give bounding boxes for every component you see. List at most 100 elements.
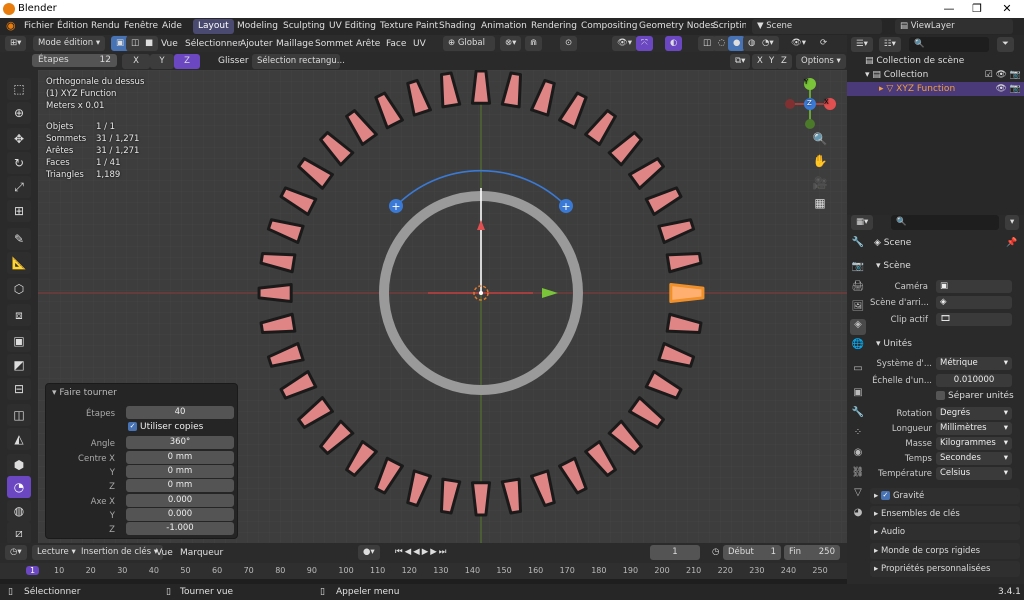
tab-sculpting[interactable]: Sculpting	[278, 19, 330, 34]
add-cube-tool-icon[interactable]: ⬡	[7, 278, 31, 300]
scene-collection-row[interactable]: ▤ Collection de scène	[865, 56, 964, 66]
redo-panel[interactable]: ▾ Faire tourner Étapes 40 ✓ Utiliser copi…	[45, 383, 238, 539]
visibility-icon[interactable]: 👁▾	[612, 36, 638, 51]
view-layer-selector[interactable]: ▤ ViewLayer	[895, 19, 1013, 34]
orientation-selector[interactable]: ⊕ Global	[443, 36, 495, 51]
playback-controls-icon[interactable]: ⏮◀◀▶▶⏭	[390, 545, 454, 560]
autokey-icon[interactable]: ●▾	[358, 545, 380, 560]
drag-selector[interactable]: Sélection rectangu...	[252, 54, 345, 69]
blender-menu-icon[interactable]: ◉	[6, 19, 16, 32]
keying-menu[interactable]: Insertion de clés ▾	[76, 545, 164, 560]
active-clip-field[interactable]: 🎞	[936, 313, 1012, 326]
object-row[interactable]: ▸ ▽ XYZ Function 👁 📷	[879, 84, 1021, 94]
length-select[interactable]: Millimètres ▾	[936, 422, 1012, 435]
ortho-grid-icon[interactable]: ▦	[810, 196, 830, 214]
menu-uv[interactable]: UV	[413, 39, 426, 49]
tab-uv-editing[interactable]: UV Editing	[324, 19, 381, 34]
scale-tool-icon[interactable]: ⤢	[7, 176, 31, 198]
menu-help[interactable]: Aide	[162, 21, 182, 31]
rotation-select[interactable]: Degrés ▾	[936, 407, 1012, 420]
separate-units-checkbox[interactable]: Séparer unités	[936, 391, 1014, 401]
modifier-tab-icon[interactable]: 🔧	[850, 407, 866, 423]
properties-search-input[interactable]: 🔍	[891, 215, 999, 230]
menu-face[interactable]: Face	[386, 39, 406, 49]
transform-tool-icon[interactable]: ⊞	[7, 200, 31, 222]
menu-mesh[interactable]: Maillage	[276, 39, 314, 49]
output-tab-icon[interactable]: 🖨	[850, 281, 866, 297]
menu-select[interactable]: Sélectionner	[185, 39, 241, 49]
center-y-field[interactable]: 0 mm	[126, 465, 234, 478]
measure-tool-icon[interactable]: 📐	[7, 252, 31, 274]
tab-rendering[interactable]: Rendering	[526, 19, 582, 34]
poly-build-tool-icon[interactable]: ◭	[7, 428, 31, 450]
extrude-tool-icon[interactable]: ⧈	[7, 304, 31, 326]
axis-y-toggle[interactable]: Y	[150, 54, 174, 69]
menu-add[interactable]: Ajouter	[240, 39, 273, 49]
tab-shading[interactable]: Shading	[434, 19, 481, 34]
tab-animation[interactable]: Animation	[476, 19, 532, 34]
axis-z-field[interactable]: -1.000	[126, 522, 234, 535]
menu-edge[interactable]: Arête	[356, 39, 380, 49]
use-copies-checkbox[interactable]: ✓ Utiliser copies	[128, 422, 203, 432]
close-button[interactable]: ✕	[992, 2, 1022, 16]
properties-options-icon[interactable]: ▾	[1005, 215, 1020, 230]
current-frame-field[interactable]: 1	[650, 545, 700, 560]
temperature-select[interactable]: Celsius ▾	[936, 467, 1012, 480]
view-layer-tab-icon[interactable]: 🖼	[850, 301, 866, 317]
collection-visibility-icon[interactable]: ☑ 👁 📷	[985, 70, 1021, 80]
physics-tab-icon[interactable]: ◉	[850, 447, 866, 463]
knife-tool-icon[interactable]: ◫	[7, 404, 31, 426]
properties-editor-icon[interactable]: ▦▾	[851, 215, 874, 230]
outliner-editor-icon[interactable]: ☰▾	[851, 37, 873, 52]
menu-file[interactable]: Fichier	[24, 21, 53, 31]
rendered-shading-icon[interactable]: ◔▾	[757, 36, 779, 51]
menu-edit[interactable]: Édition	[57, 21, 88, 31]
end-frame-field[interactable]: Fin 250	[784, 545, 840, 560]
minimize-button[interactable]: —	[934, 2, 964, 16]
playback-menu[interactable]: Lecture ▾	[32, 545, 81, 560]
pin-icon[interactable]: 📌	[1006, 238, 1017, 248]
scene-tab-icon[interactable]: ◈	[850, 319, 866, 335]
snap-icon[interactable]: ⋒	[525, 36, 543, 51]
particles-tab-icon[interactable]: ⁘	[850, 427, 866, 443]
marker-menu[interactable]: Marqueur	[180, 548, 223, 558]
angle-field[interactable]: 360°	[126, 436, 234, 449]
timeline-view-menu[interactable]: Vue	[156, 548, 173, 558]
collection-tab-icon[interactable]: ▭	[850, 363, 866, 379]
polygon-tool-icon[interactable]: ⬢	[7, 454, 31, 476]
smooth-tool-icon[interactable]: ◍	[7, 500, 31, 522]
pan-hand-icon[interactable]: ✋	[810, 154, 830, 172]
section-keying-sets[interactable]: ▸ Ensembles de clés	[870, 506, 1020, 522]
annotate-tool-icon[interactable]: ✎	[7, 228, 31, 250]
select-box-tool-icon[interactable]: ⬚	[7, 78, 31, 100]
shear-tool-icon[interactable]: ⧄	[7, 522, 31, 544]
section-gravity[interactable]: ▸ ✓ Gravité	[870, 488, 1020, 504]
center-x-field[interactable]: 0 mm	[126, 451, 234, 464]
gizmo-toggle-icon[interactable]: ⤧	[636, 36, 653, 51]
outliner-visibility-icon[interactable]: 👁▾	[786, 36, 812, 51]
world-tab-icon[interactable]: 🌐	[850, 339, 866, 355]
spin-tool-icon[interactable]: ◔	[7, 476, 31, 498]
scene-selector[interactable]: ▼ Scene	[752, 19, 882, 34]
inset-tool-icon[interactable]: ▣	[7, 330, 31, 352]
section-units-header[interactable]: ▾ Unités	[876, 339, 912, 349]
rotate-tool-icon[interactable]: ↻	[7, 152, 31, 174]
section-custom-properties[interactable]: ▸ Propriétés personnalisées	[870, 561, 1020, 577]
menu-render[interactable]: Rendu	[91, 21, 120, 31]
mode-selector[interactable]: Mode édition ▾	[33, 36, 105, 51]
cursor-tool-icon[interactable]: ⊕	[7, 102, 31, 124]
options-dropdown[interactable]: Options ▾	[796, 54, 846, 69]
move-tool-icon[interactable]: ✥	[7, 128, 31, 150]
constraints-tab-icon[interactable]: ⛓	[850, 467, 866, 483]
axis-z-toggle[interactable]: Z	[174, 54, 200, 69]
material-tab-icon[interactable]: ◕	[850, 507, 866, 523]
unit-scale-field[interactable]: 0.010000	[936, 374, 1012, 387]
axis-y-field[interactable]: 0.000	[126, 508, 234, 521]
tab-layout[interactable]: Layout	[193, 19, 234, 34]
timeline-ruler[interactable]: 1 10 20 30 40 50 60 70 80 90 100 110 120 130 140 150 160…	[0, 563, 847, 584]
header-options-icon[interactable]: ⟳	[815, 36, 833, 51]
bevel-tool-icon[interactable]: ◩	[7, 354, 31, 376]
spin-steps-field[interactable]: 40	[126, 406, 234, 419]
pivot-icon[interactable]: ⊗▾	[500, 36, 522, 51]
unit-system-select[interactable]: Métrique ▾	[936, 357, 1012, 370]
